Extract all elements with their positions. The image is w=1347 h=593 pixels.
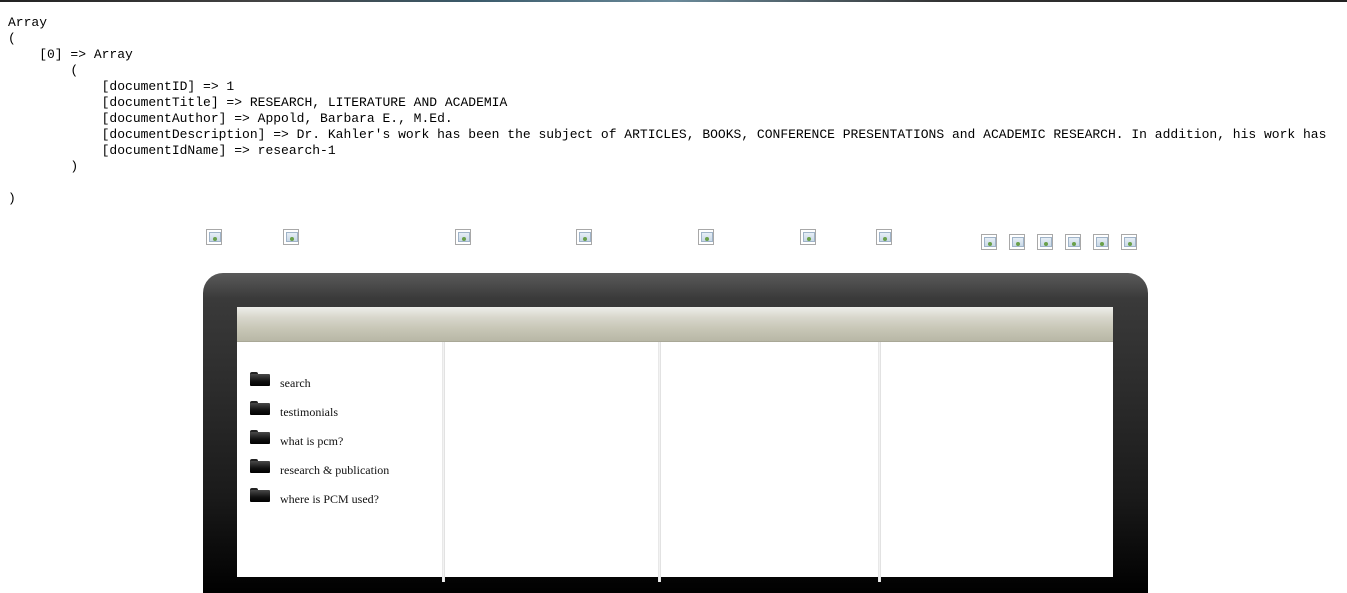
menu-item-label: where is PCM used? [280,492,379,506]
social-image-3[interactable] [1037,234,1053,250]
column-divider [658,342,661,582]
nav-image-2[interactable] [283,229,299,245]
monitor-screen [237,307,1113,582]
nav-image-3[interactable] [455,229,471,245]
nav-image-7[interactable] [876,229,892,245]
nav-image-1[interactable] [206,229,222,245]
social-image-2[interactable] [1009,234,1025,250]
column-divider [878,342,881,582]
social-image-1[interactable] [981,234,997,250]
menu-item-label: research & publication [280,463,390,477]
menu-item-label: testimonials [280,405,338,419]
folder-icon [250,372,270,386]
folder-icon [250,401,270,415]
social-image-4[interactable] [1065,234,1081,250]
column-divider [442,342,445,582]
nav-image-5[interactable] [698,229,714,245]
folder-icon [250,459,270,473]
top-border [0,0,1347,2]
debug-array-output: Array ( [0] => Array ( [documentID] => 1… [8,15,1327,206]
menu-item-label: what is pcm? [280,434,344,448]
social-image-5[interactable] [1093,234,1109,250]
nav-image-6[interactable] [800,229,816,245]
screen-header-bar [237,307,1113,342]
nav-image-4[interactable] [576,229,592,245]
menu-item-label: search [280,376,311,390]
folder-icon [250,488,270,502]
folder-icon [250,430,270,444]
social-image-6[interactable] [1121,234,1137,250]
